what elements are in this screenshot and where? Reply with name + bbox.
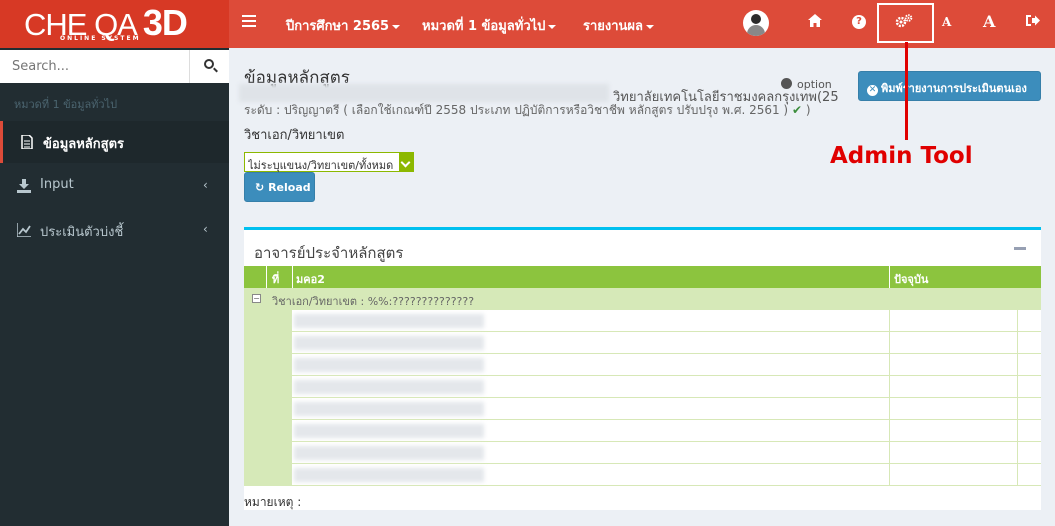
redacted-name [294, 336, 484, 350]
admin-tool-annotation: Admin Tool [830, 143, 973, 169]
sidebar-toggle-icon[interactable] [242, 15, 256, 27]
table-row[interactable] [244, 398, 1041, 420]
report-dropdown[interactable]: รายงานผล [583, 15, 655, 36]
redacted-name [294, 402, 484, 416]
redacted-name [294, 380, 484, 394]
box-title: อาจารย์ประจำหลักสูตร [254, 244, 404, 262]
chevron-left-icon: ‹ [203, 222, 208, 236]
caret-down-icon [646, 24, 655, 29]
caret-down-icon [392, 24, 401, 29]
sidebar-item-input[interactable]: Input ‹ [0, 165, 229, 207]
collapse-icon[interactable] [1014, 247, 1026, 250]
sidebar-item-label: ข้อมูลหลักสูตร [43, 137, 124, 152]
category-dropdown[interactable]: หมวดที่ 1 ข้อมูลทั่วไป [422, 15, 557, 36]
cogs-icon[interactable] [895, 14, 913, 36]
table-row[interactable] [244, 442, 1041, 464]
table-row[interactable] [244, 332, 1041, 354]
refresh-icon: ↻ [255, 181, 265, 194]
chevron-left-icon: ‹ [203, 178, 208, 192]
sidebar-search [0, 50, 229, 83]
instructors-box: อาจารย์ประจำหลักสูตร ที่ มคอ2 ปัจจุบัน −… [244, 227, 1041, 510]
major-select[interactable]: ไม่ระบุแขนง/วิทยาเขต/ทั้งหมด [244, 152, 414, 172]
table-row[interactable] [244, 464, 1041, 486]
top-navbar: CHE QA 3D ONLINE SYSTEM ปีการศึกษา 2565 ห… [0, 0, 1055, 48]
annotation-arrow [905, 42, 908, 140]
main-content: ข้อมูลหลักสูตร วิทยาลัยเทคโนโลยีราชมงคลก… [229, 42, 1055, 526]
redacted-name [294, 314, 484, 328]
line-chart-icon [17, 223, 31, 237]
sidebar-header: หมวดที่ 1 ข้อมูลทั่วไป [14, 98, 118, 111]
sidebar: หมวดที่ 1 ข้อมูลทั่วไป ข้อมูลหลักสูตร In… [0, 48, 229, 526]
column-header[interactable]: ที่ [272, 270, 279, 288]
home-icon[interactable] [808, 14, 822, 36]
logo-3d: 3D [142, 2, 188, 43]
close-circle-icon: ✕ [867, 85, 878, 96]
palette-icon [781, 78, 792, 89]
table-row[interactable] [244, 420, 1041, 442]
year-dropdown[interactable]: ปีการศึกษา 2565 [286, 15, 401, 36]
redacted-name [294, 446, 484, 460]
table-header: ที่ มคอ2 ปัจจุบัน [244, 266, 1041, 288]
option-link[interactable]: option [781, 78, 832, 91]
table-row[interactable] [244, 310, 1041, 332]
table-row[interactable] [244, 354, 1041, 376]
year-label: ปีการศึกษา 2565 [286, 19, 390, 34]
search-button[interactable] [189, 50, 229, 83]
logo-subtitle: ONLINE SYSTEM [60, 35, 141, 42]
sidebar-item-evaluate[interactable]: ประเมินตัวบ่งชี้ ‹ [0, 209, 229, 251]
document-icon [21, 135, 33, 149]
course-level: ระดับ : ปริญญาตรี ( เลือกใช้เกณฑ์ปี 2558… [244, 103, 811, 117]
sidebar-item-label: Input [40, 177, 74, 192]
sidebar-item-label: ประเมินตัวบ่งชี้ [40, 225, 124, 240]
check-icon: ✔ [791, 103, 802, 117]
category-label: หมวดที่ 1 ข้อมูลทั่วไป [422, 19, 546, 34]
redacted-name [294, 424, 484, 438]
reload-button[interactable]: ↻ Reload [244, 172, 315, 202]
sign-out-icon[interactable] [1026, 14, 1040, 36]
group-row: − วิชาเอก/วิทยาเขต : %%:?????????????? [244, 288, 1041, 310]
search-input[interactable] [0, 50, 189, 83]
print-report-button[interactable]: ✕ พิมพ์รายงานการประเมินตนเอง [858, 71, 1041, 101]
collapse-group-icon[interactable]: − [252, 294, 261, 303]
column-header[interactable]: มคอ2 [296, 270, 325, 288]
redacted-name [294, 358, 484, 372]
help-icon[interactable]: ? [852, 15, 866, 29]
user-avatar[interactable] [743, 10, 769, 36]
redacted-name [294, 468, 484, 482]
chevron-down-icon [399, 153, 413, 171]
download-icon [17, 179, 31, 193]
major-label: วิชาเอก/วิทยาเขต [244, 128, 345, 143]
font-increase-icon[interactable]: A [983, 12, 995, 34]
footnote: หมายเหตุ : [244, 495, 302, 509]
caret-down-icon [548, 24, 557, 29]
redacted-text [239, 84, 609, 102]
table-row[interactable] [244, 376, 1041, 398]
column-header[interactable]: ปัจจุบัน [894, 270, 928, 288]
report-label: รายงานผล [583, 19, 644, 34]
group-label: วิชาเอก/วิทยาเขต : %%:?????????????? [272, 295, 475, 308]
sidebar-item-course-info[interactable]: ข้อมูลหลักสูตร [0, 121, 229, 163]
app-logo[interactable]: CHE QA 3D ONLINE SYSTEM [0, 0, 229, 48]
font-decrease-icon[interactable]: A [942, 15, 951, 37]
